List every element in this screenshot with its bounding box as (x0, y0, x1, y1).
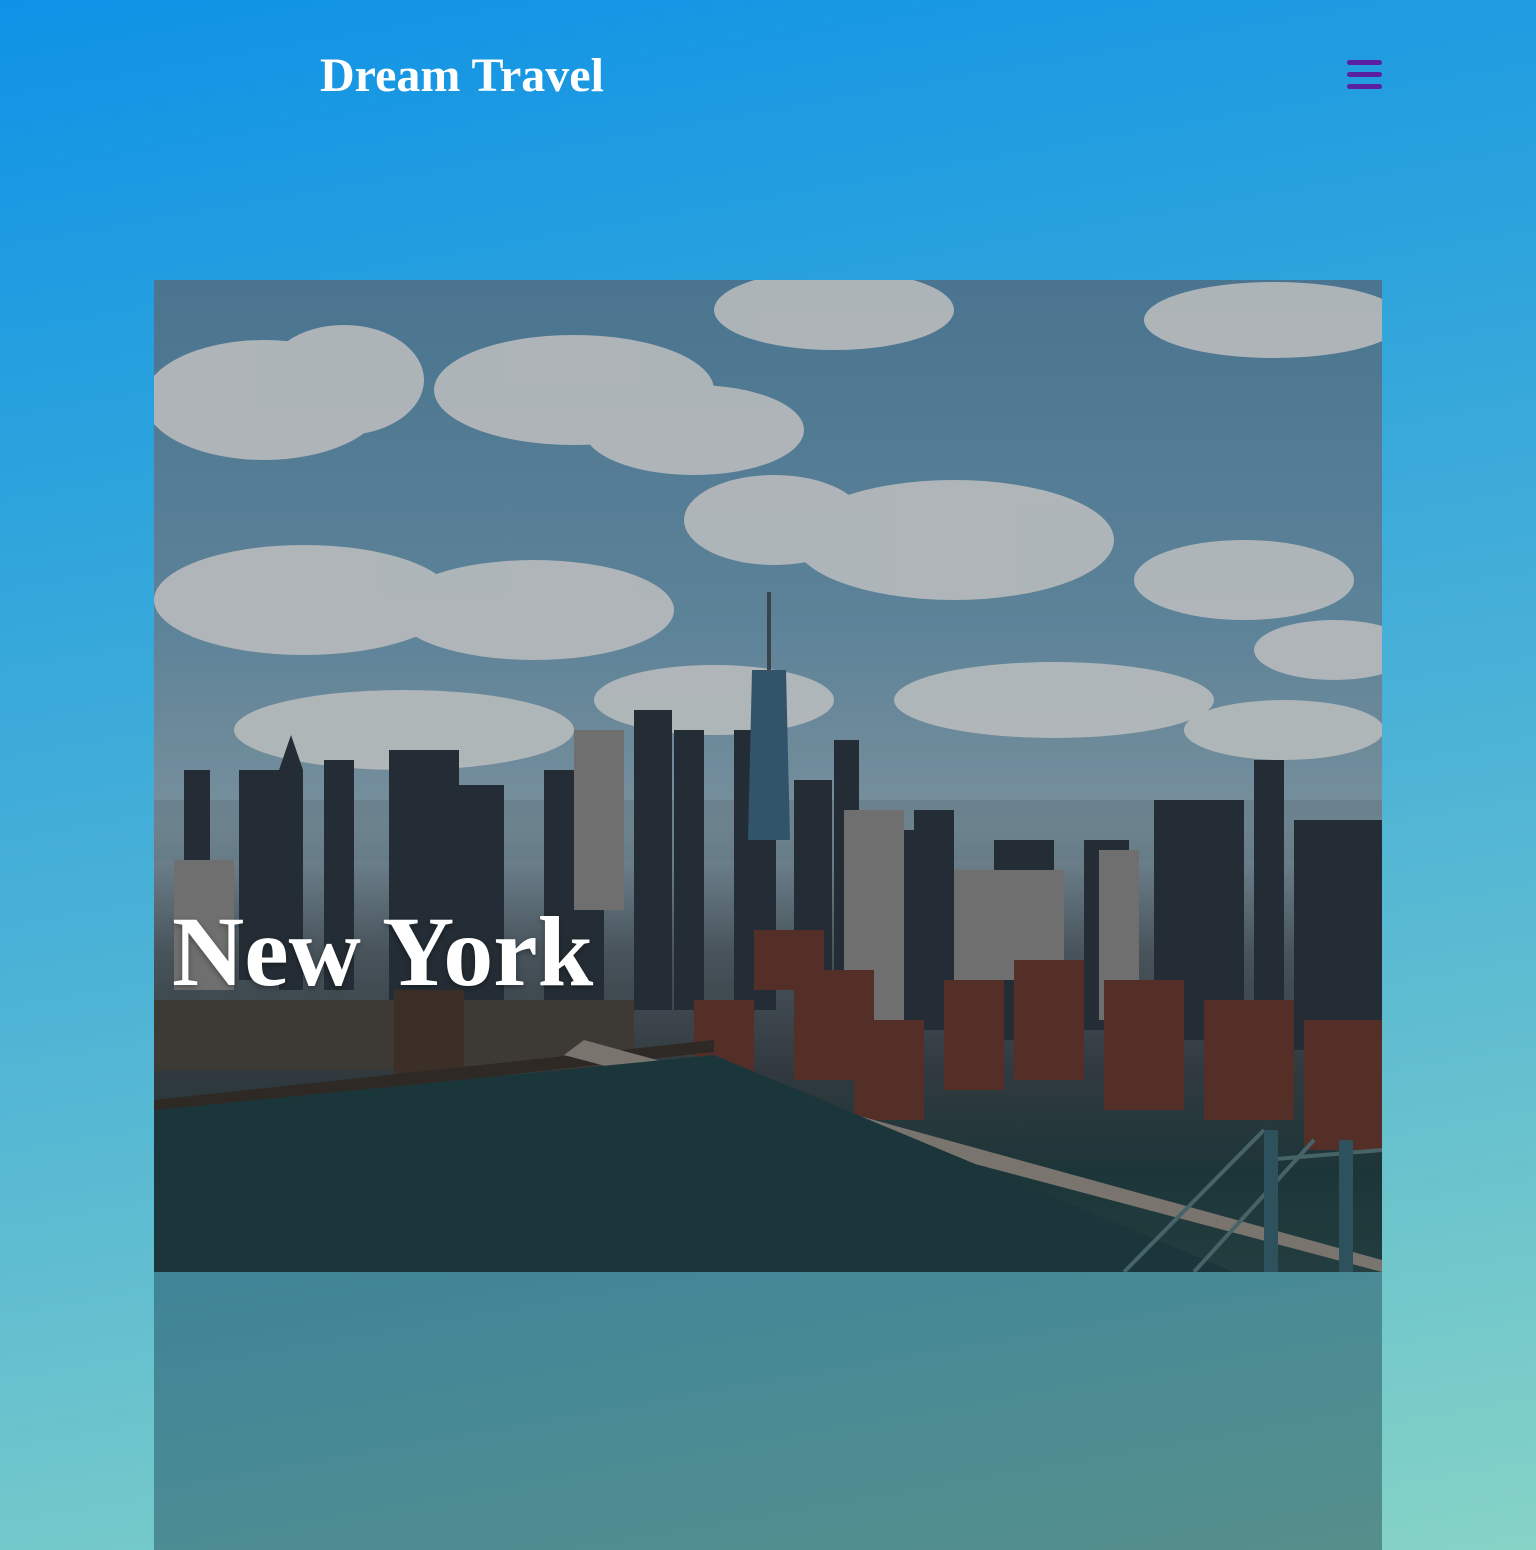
city-skyline-image (154, 280, 1382, 1272)
card-body (154, 1272, 1382, 1550)
hamburger-menu-icon (1347, 60, 1382, 90)
destination-title: New York (172, 896, 594, 1007)
site-logo[interactable]: Dream Travel (320, 48, 604, 104)
menu-button[interactable] (1340, 54, 1382, 94)
site-header: Dream Travel (0, 0, 1536, 150)
destination-card[interactable]: New York (154, 280, 1382, 1550)
image-overlay (154, 280, 1382, 1272)
